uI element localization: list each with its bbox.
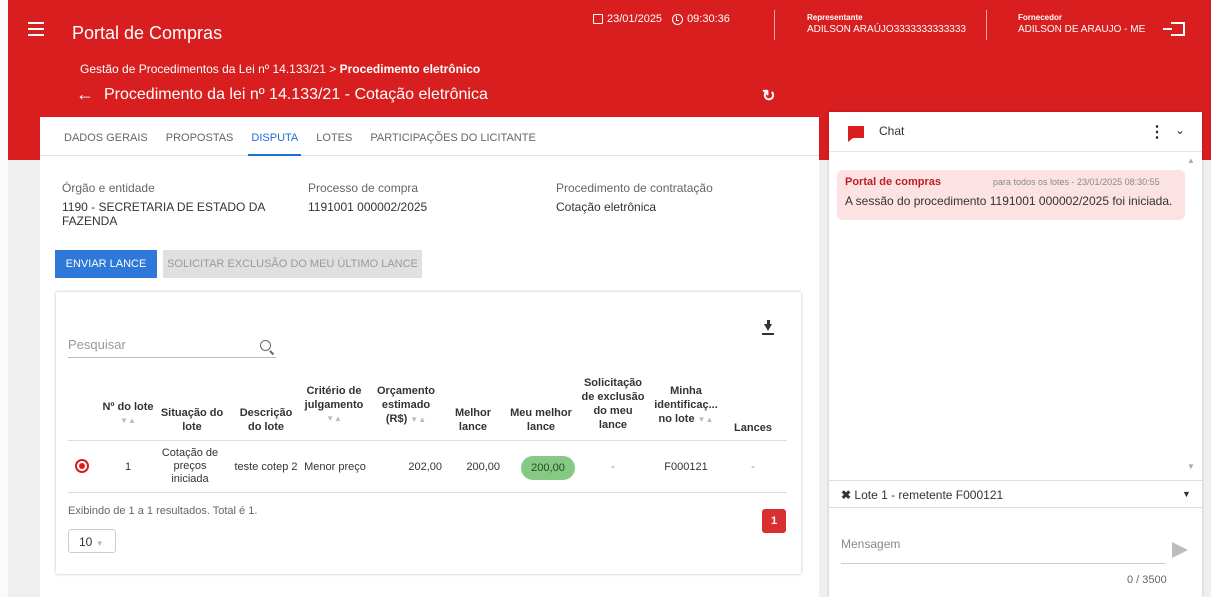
send-bid-button[interactable]: ENVIAR LANCE [55,250,157,278]
cell-estimate: 202,00 [408,461,442,473]
process-value: 1191001 000002/2025 [308,200,428,214]
col-header-my-best-bid: Meu melhor lance [510,407,572,433]
refresh-icon[interactable]: ↻ [762,86,775,106]
sort-icon[interactable]: ▼▲ [298,412,370,426]
tab-disputa[interactable]: DISPUTA [242,117,307,156]
page-title-text: Procedimento da lei nº 14.133/21 - Cotaç… [104,85,488,103]
col-header-lot-label: Nº do lote [102,401,154,413]
tab-bar: DADOS GERAIS PROPOSTAS DISPUTA LOTES PAR… [40,117,819,156]
search-icon[interactable] [260,340,271,351]
col-header-criterion-label: Critério de julgamento [304,385,364,411]
cell-description: teste cotep 2 [234,461,298,473]
scroll-down-arrow[interactable]: ▼ [1187,462,1195,471]
search-field [68,336,276,358]
lot-recipient-label: Lote 1 - remetente F000121 [854,488,1004,502]
page-title: ← Procedimento da lei nº 14.133/21 - Cot… [76,84,488,105]
clock-icon [672,13,684,25]
org-value: 1190 - SECRETARIA DE ESTADO DA FAZENDA [62,200,265,228]
col-header-my-id[interactable]: Minha identificaç... no lote ▼▲ [652,384,720,427]
supplier-name: ADILSON DE ARAUJO - ME [1018,24,1146,35]
date-text: 23/01/2025 [607,13,663,25]
col-header-status: Situação do lote [160,407,224,433]
lot-recipient-selector[interactable]: ✖ Lote 1 - remetente F000121 ▼ [829,480,1202,508]
cell-bids: - [751,461,755,473]
message-input[interactable] [841,524,1166,564]
org-info: Órgão e entidade 1190 - SECRETARIA DE ES… [62,181,282,228]
col-header-lot[interactable]: Nº do lote ▼▲ [100,400,156,428]
col-header-estimate[interactable]: Orçamento estimado (R$) ▼▲ [372,384,440,427]
back-arrow-icon[interactable]: ← [76,84,94,105]
cell-lot: 1 [124,461,132,473]
breadcrumb-current: Procedimento eletrônico [339,62,481,76]
col-header-description: Descrição do lote [239,407,293,433]
lot-select-radio[interactable] [75,459,89,473]
sort-icon[interactable]: ▼▲ [410,415,426,424]
time-text: 09:30:36 [687,13,730,25]
header-divider [986,10,987,40]
app-title: Portal de Compras [72,23,223,43]
chat-title: Chat [879,124,905,138]
message-meta: para todos os lotes - 23/01/2025 08:30:5… [993,177,1160,187]
breadcrumb-parent[interactable]: Gestão de Procedimentos da Lei nº 14.133… [80,62,340,76]
chevron-down-icon: ▼ [95,539,104,548]
col-header-exclusion: Solicitação de exclusão do meu lance [581,377,645,431]
process-label: Processo de compra [308,181,419,195]
more-options-icon[interactable]: ⋮ [1149,122,1165,142]
my-best-bid-badge: 200,00 [521,456,575,480]
cell-my-id: F000121 [664,461,708,473]
table-header-divider [68,440,787,441]
tab-participacoes[interactable]: PARTICIPAÇÕES DO LICITANTE [361,117,544,155]
calendar-icon [593,14,603,24]
left-edge [0,0,8,597]
col-header-best-bid: Melhor lance [454,407,492,433]
download-icon[interactable] [761,320,775,336]
sort-icon[interactable]: ▼▲ [698,415,714,424]
scroll-up-arrow[interactable]: ▲ [1187,156,1195,165]
request-exclusion-button: SOLICITAR EXCLUSÃO DO MEU ÚLTIMO LANCE [163,250,422,278]
supplier-block: Fornecedor ADILSON DE ARAUJO - ME [1018,12,1145,36]
table-row-divider [68,492,787,493]
representative-block: Representante ADILSON ARAÚJO333333333333… [807,12,966,36]
search-input[interactable] [68,337,248,352]
pagination-page-button[interactable]: 1 [762,509,786,533]
page-size-value: 10 [79,535,93,549]
tab-lotes[interactable]: LOTES [307,117,361,155]
cell-best-bid: 200,00 [466,461,500,473]
page-size-select[interactable]: 10 ▼ [68,529,116,553]
chat-header: Chat ⋮ ⌄ [829,112,1202,152]
chevron-down-icon[interactable]: ▼ [1182,489,1191,499]
representative-name: ADILSON ARAÚJO3333333333333 [807,24,966,35]
col-header-estimate-label: Orçamento estimado (R$) [376,385,436,425]
procedure-info: Procedimento de contratação Cotação elet… [556,181,713,214]
char-counter: 0 / 3500 [1127,574,1167,586]
send-icon[interactable] [1172,542,1188,558]
org-label: Órgão e entidade [62,181,155,195]
col-header-criterion[interactable]: Critério de julgamento ▼▲ [298,384,370,426]
cell-exclusion: - [611,461,615,473]
cell-status: Cotação de preços iniciada [161,447,219,485]
representative-label: Representante [807,13,863,22]
procedure-label: Procedimento de contratação [556,181,713,195]
tab-dados-gerais[interactable]: DADOS GERAIS [55,117,157,155]
message-text: A sessão do procedimento 1191001 000002/… [845,194,1173,208]
session-datetime: 23/01/2025 09:30:36 [593,13,730,25]
sort-icon[interactable]: ▼▲ [100,414,156,428]
col-header-bids: Lances [734,422,772,434]
cell-criterion: Menor preço [304,461,366,473]
supplier-label: Fornecedor [1018,13,1063,22]
header-divider [774,10,775,40]
hamburger-menu-icon[interactable] [28,22,44,36]
procedure-value: Cotação eletrônica [556,200,657,214]
chevron-down-icon[interactable]: ⌄ [1175,123,1185,137]
logout-icon[interactable] [1163,22,1185,36]
chat-icon [848,126,864,142]
results-summary: Exibindo de 1 a 1 resultados. Total é 1. [68,505,258,517]
close-icon[interactable]: ✖ [841,488,851,502]
tab-propostas[interactable]: PROPOSTAS [157,117,243,155]
breadcrumb: Gestão de Procedimentos da Lei nº 14.133… [80,62,480,76]
chat-message: Portal de compras para todos os lotes - … [837,170,1185,220]
chat-panel: Chat ⋮ ⌄ ▲ Portal de compras para todos … [829,112,1202,597]
process-info: Processo de compra 1191001 000002/2025 [308,181,427,214]
